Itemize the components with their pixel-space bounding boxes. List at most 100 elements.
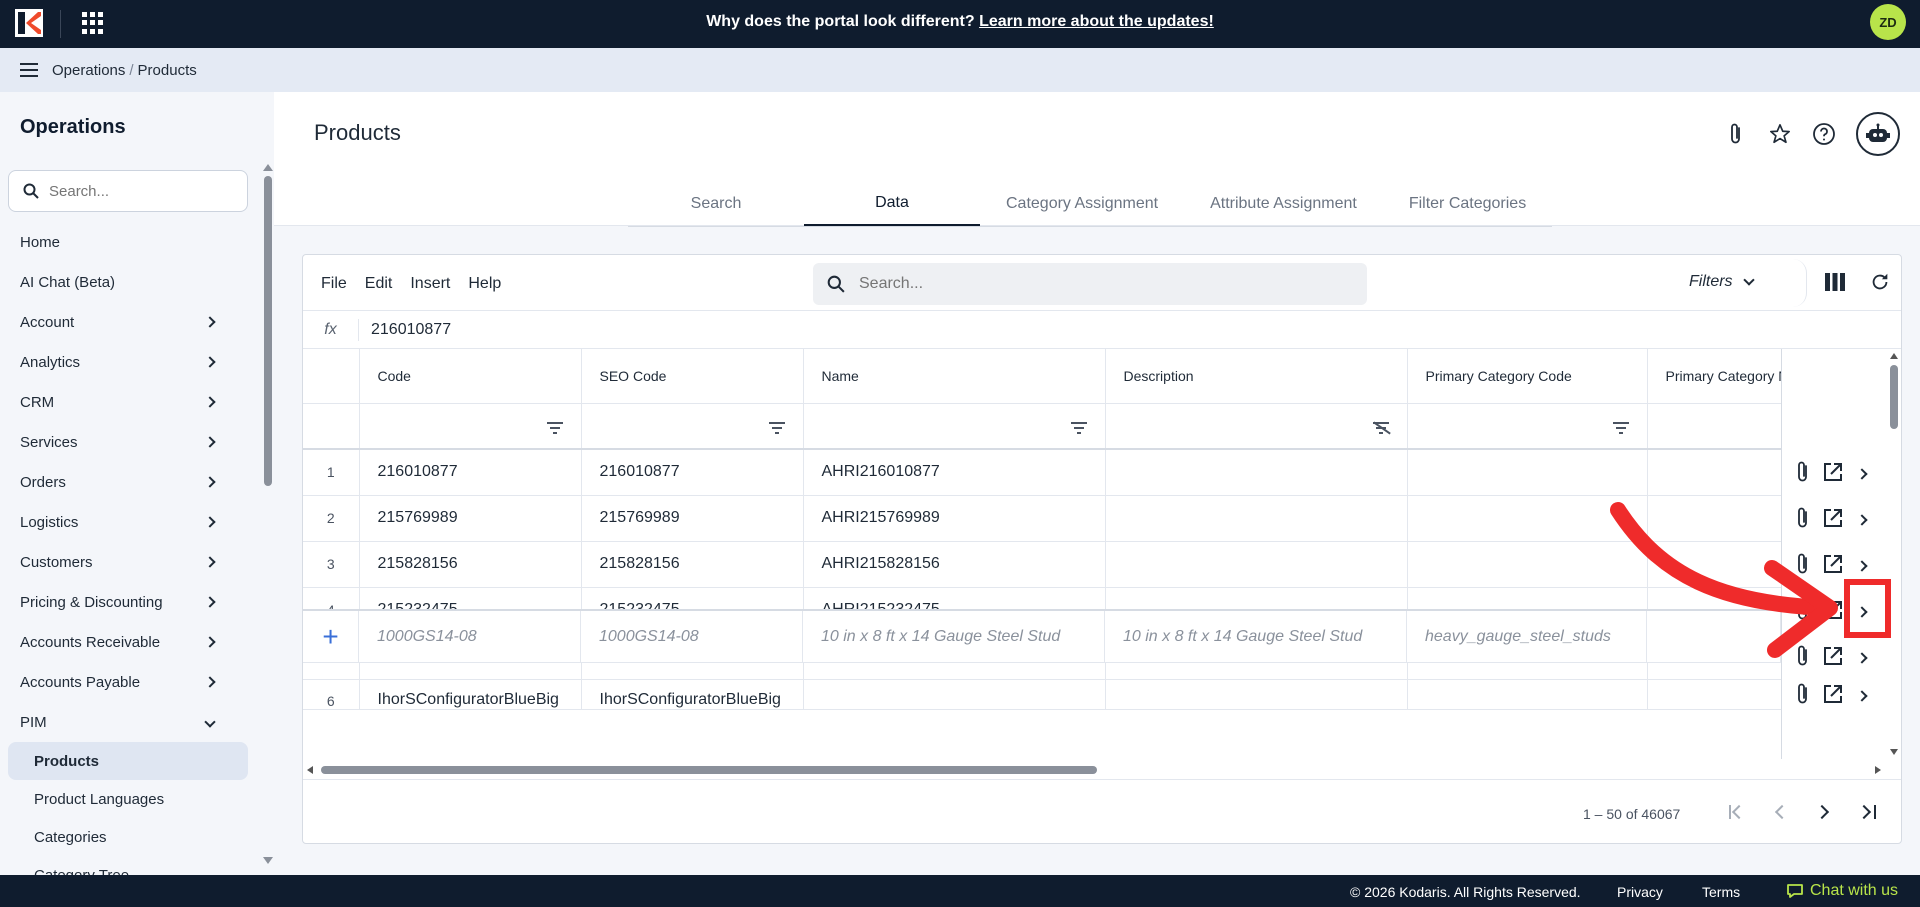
table-row[interactable]: 3 215828156 215828156 AHRI215828156 [303,541,1782,588]
open-external-icon[interactable] [1822,507,1844,534]
sidebar-subitem-categories[interactable]: Categories [8,818,248,856]
scroll-down-icon[interactable] [263,857,273,864]
cell-primary-category-name[interactable] [1647,449,1782,496]
cell-primary-category-code[interactable] [1407,679,1648,710]
chat-with-us-button[interactable]: Chat with us [1786,882,1898,900]
filter-cell-seo-code[interactable] [581,403,804,450]
open-external-icon[interactable] [1822,461,1844,488]
cell-primary-category-name[interactable] [1647,495,1782,542]
scrollbar-thumb[interactable] [1890,365,1898,429]
banner-link[interactable]: Learn more about the updates! [979,13,1214,30]
first-page-button[interactable] [1725,800,1749,824]
cell-description[interactable] [1105,449,1408,496]
terms-link[interactable]: Terms [1702,884,1740,900]
sidebar-scrollbar[interactable] [262,164,273,864]
sidebar-item-services[interactable]: Services [0,422,260,462]
sidebar-subitem-products[interactable]: Products [8,742,248,780]
sidebar-item-ai-chat[interactable]: AI Chat (Beta) [0,262,260,302]
open-external-icon[interactable] [1822,683,1844,710]
cell-name[interactable]: AHRI215828156 [803,541,1106,588]
filter-icon[interactable] [546,421,563,434]
cell-code[interactable]: 215828156 [359,541,582,588]
last-page-button[interactable] [1856,800,1881,824]
sidebar-item-customers[interactable]: Customers [0,542,260,582]
column-header-code[interactable]: Code [359,349,582,404]
sidebar-item-home[interactable]: Home [0,222,260,262]
cell-primary-category-code[interactable] [1407,495,1648,542]
formula-value[interactable]: 216010877 [371,321,451,339]
breadcrumb-parent[interactable]: Operations [52,62,125,79]
menu-toggle-icon[interactable] [20,63,38,77]
sidebar-search-input[interactable] [49,182,229,200]
star-icon[interactable] [1768,122,1792,146]
cell-name[interactable]: AHRI215769989 [803,495,1106,542]
menu-edit[interactable]: Edit [365,275,393,293]
cell-seo-code[interactable]: 215769989 [581,495,804,542]
menu-file[interactable]: File [321,275,347,293]
filter-cell-primary-category-code[interactable] [1407,403,1648,450]
scroll-down-icon[interactable] [1890,749,1898,755]
chevron-right-icon[interactable] [1856,514,1868,526]
cell-description[interactable] [1105,495,1408,542]
sidebar-subitem-category-tree[interactable]: Category Tree [8,856,248,876]
filter-icon[interactable] [768,421,785,434]
sidebar-item-orders[interactable]: Orders [0,462,260,502]
scroll-left-icon[interactable] [307,766,313,774]
open-external-icon[interactable] [1822,599,1844,626]
sidebar-search[interactable] [8,170,248,212]
help-icon[interactable] [1812,122,1836,146]
filter-cell-code[interactable] [359,403,582,450]
open-external-icon[interactable] [1822,553,1844,580]
tab-filter-categories[interactable]: Filter Categories [1383,182,1552,226]
cell-primary-category-code[interactable] [1407,541,1648,588]
sidebar-item-pim[interactable]: PIM [0,702,260,742]
paperclip-icon[interactable] [1724,122,1748,146]
column-header-primary-category-code[interactable]: Primary Category Code [1407,349,1648,404]
cell-seo-code[interactable]: 215828156 [581,541,804,588]
cell-code[interactable]: 216010877 [359,449,582,496]
filter-cell-description[interactable] [1105,403,1408,450]
new-row-code[interactable]: 1000GS14-08 [359,611,581,662]
paperclip-icon[interactable] [1796,506,1810,535]
sidebar-item-accounts-receivable[interactable]: Accounts Receivable [0,622,260,662]
cell-description[interactable] [1105,541,1408,588]
open-external-icon[interactable] [1822,645,1844,672]
sidebar-subitem-product-languages[interactable]: Product Languages [8,780,248,818]
cell-description[interactable] [1105,679,1408,710]
scrollbar-thumb[interactable] [264,176,272,486]
chevron-right-icon[interactable] [1856,606,1868,618]
columns-icon[interactable] [1825,273,1845,291]
cell-seo-code[interactable]: IhorSConfiguratorBlueBig [581,679,804,710]
next-page-button[interactable] [1813,800,1837,824]
paperclip-icon[interactable] [1796,460,1810,489]
sidebar-item-analytics[interactable]: Analytics [0,342,260,382]
table-row[interactable]: 2 215769989 215769989 AHRI215769989 [303,495,1782,542]
cell-primary-category-code[interactable] [1407,449,1648,496]
tab-search[interactable]: Search [628,182,804,226]
privacy-link[interactable]: Privacy [1617,884,1663,900]
chevron-right-icon[interactable] [1856,652,1868,664]
sidebar-item-logistics[interactable]: Logistics [0,502,260,542]
paperclip-icon[interactable] [1796,598,1810,627]
cell-name[interactable]: AHRI216010877 [803,449,1106,496]
table-row[interactable]: 1 216010877 216010877 AHRI216010877 [303,449,1782,496]
tab-attribute-assignment[interactable]: Attribute Assignment [1184,182,1383,226]
chevron-right-icon[interactable] [1856,560,1868,572]
table-row[interactable]: 6 IhorSConfiguratorBlueBig IhorSConfigur… [303,679,1782,710]
cell-primary-category-name[interactable] [1647,541,1782,588]
new-row-primary-category-code[interactable]: heavy_gauge_steel_studs [1407,611,1647,662]
cell-seo-code[interactable]: 216010877 [581,449,804,496]
scrollbar-thumb[interactable] [321,766,1097,774]
cell-primary-category-name[interactable] [1647,679,1782,710]
scroll-up-icon[interactable] [263,164,273,171]
new-row-seo-code[interactable]: 1000GS14-08 [581,611,803,662]
sidebar-item-accounts-payable[interactable]: Accounts Payable [0,662,260,702]
column-header-primary-category-name[interactable]: Primary Category N [1647,349,1782,404]
menu-insert[interactable]: Insert [410,275,450,293]
grid-search-input[interactable] [859,275,1319,293]
chevron-right-icon[interactable] [1856,690,1868,702]
ai-assistant-button[interactable] [1856,112,1900,156]
filters-dropdown[interactable]: Filters [1689,273,1755,291]
new-row-name[interactable]: 10 in x 8 ft x 14 Gauge Steel Stud [803,611,1105,662]
filter-off-icon[interactable] [1372,421,1389,434]
